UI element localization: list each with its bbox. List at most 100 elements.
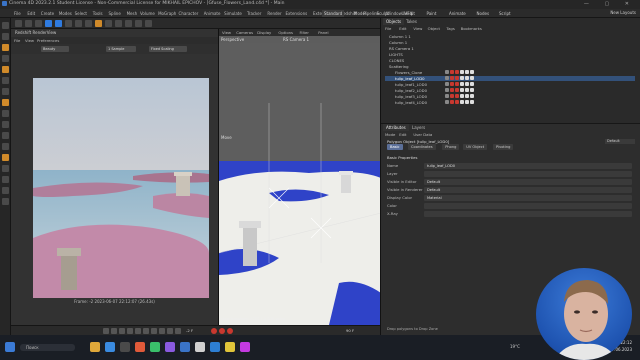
frame-field[interactable]: -2 F [186,328,193,333]
material-tag-icon[interactable] [465,100,469,104]
menu-item-render[interactable]: Render [267,11,281,16]
tab-objects[interactable]: Objects [383,18,405,25]
material-tag-icon[interactable] [450,94,454,98]
menu-item-create[interactable]: Create [41,11,54,16]
property-tab-pivoting[interactable]: Pivoting [493,144,514,150]
object-row[interactable]: tulip_leaf1_LOD0 [385,82,635,87]
toolbar-icon-4[interactable] [45,20,52,27]
toolbar-icon-7[interactable] [75,20,82,27]
objects-menu-view[interactable]: View [413,26,422,31]
material-tag-icon[interactable] [470,70,474,74]
property-value-field[interactable]: tulip_leaf_LOD0 [424,163,632,169]
attributes-menu-mode[interactable]: Mode [385,132,395,137]
objects-menu-bookmarks[interactable]: Bookmarks [461,26,482,31]
tool-icon-5[interactable] [2,66,9,73]
playback-button-8[interactable] [159,328,165,334]
material-tag-icon[interactable] [470,76,474,80]
material-tag-icon[interactable] [445,76,449,80]
material-tag-icon[interactable] [450,82,454,86]
tool-icon-4[interactable] [2,55,9,62]
material-tag-icon[interactable] [460,88,464,92]
property-value-field[interactable]: Default [424,179,632,185]
material-tag-icon[interactable] [455,70,459,74]
playback-button-2[interactable] [111,328,117,334]
viewport-camera-name[interactable]: RS Camera 1 [283,37,309,42]
tab-layers[interactable]: Layers [409,124,428,131]
viewport-menu-cameras[interactable]: Cameras [236,30,253,35]
toolbar-icon-6[interactable] [65,20,72,27]
material-tag-icon[interactable] [460,94,464,98]
property-tab-phong[interactable]: Phong [442,144,460,150]
taskbar-app-icon-1[interactable] [90,342,100,352]
tool-icon-7[interactable] [2,88,9,95]
toolbar-icon-12[interactable] [125,20,132,27]
object-row[interactable]: tulip_leaf2_LOD0 [385,88,635,93]
tool-icon-9[interactable] [2,110,9,117]
object-row[interactable]: CLONES [385,58,635,63]
editor-viewport[interactable]: View Cameras Display Options Filter Panel Per… [218,29,381,325]
material-tag-icon[interactable] [465,94,469,98]
property-value-field[interactable] [424,211,632,217]
object-row[interactable]: Column 1 [385,40,635,45]
property-value-field[interactable]: Default [424,187,632,193]
playback-button-5[interactable] [135,328,141,334]
tool-icon-17[interactable] [2,198,9,205]
taskbar-app-icon-11[interactable] [240,342,250,352]
property-tab-basic[interactable]: Basic [387,144,403,150]
menu-item-modes[interactable]: Modes [59,11,72,16]
menu-item-file[interactable]: File [14,11,21,16]
taskbar-search[interactable]: Поиск [20,344,75,351]
windows-start-icon[interactable] [5,342,15,352]
toolbar-icon-14[interactable] [145,20,152,27]
material-tag-icon[interactable] [465,88,469,92]
menu-item-character[interactable]: Character [179,11,199,16]
material-tag-icon[interactable] [445,100,449,104]
menu-item-select[interactable]: Select [75,11,87,16]
menu-item-edit[interactable]: Edit [27,11,35,16]
playback-button-4[interactable] [127,328,133,334]
layout-tab-paint[interactable]: Paint [425,10,439,17]
taskbar-app-icon-7[interactable] [180,342,190,352]
taskbar-app-icon-5[interactable] [150,342,160,352]
playback-button-9[interactable] [167,328,173,334]
tool-icon-6[interactable] [2,77,9,84]
material-tag-icon[interactable] [455,88,459,92]
object-row[interactable]: Scattering [385,64,635,69]
property-value-field[interactable]: Material [424,195,632,201]
material-tag-icon[interactable] [470,100,474,104]
objects-menu-edit[interactable]: Edit [399,26,406,31]
tool-icon-11[interactable] [2,132,9,139]
viewport-menu-filter[interactable]: Filter [300,30,309,35]
material-tag-icon[interactable] [465,76,469,80]
menu-item-simulate[interactable]: Simulate [224,11,242,16]
toolbar-icon-2[interactable] [25,20,32,27]
property-value-field[interactable] [424,203,632,209]
material-tag-icon[interactable] [465,70,469,74]
playback-button-7[interactable] [151,328,157,334]
menu-item-mesh[interactable]: Mesh [127,11,138,16]
tool-icon-13[interactable] [2,154,9,161]
taskbar-app-icon-3[interactable] [120,342,130,352]
toolbar-icon-1[interactable] [15,20,22,27]
material-tag-icon[interactable] [470,94,474,98]
tool-icon-15[interactable] [2,176,9,183]
tool-icon-8[interactable] [2,99,9,106]
new-layouts-button[interactable]: New Layouts [610,10,636,15]
scaling-select[interactable]: Fixed Scaling [149,46,187,52]
material-tag-icon[interactable] [445,88,449,92]
object-row[interactable]: RS Camera 1 [385,46,635,51]
material-tag-icon[interactable] [460,70,464,74]
layout-tab-nodes[interactable]: Nodes [475,10,492,17]
tab-takes[interactable]: Takes [403,18,420,25]
menu-item-volume[interactable]: Volume [140,11,155,16]
pv-menu-view[interactable]: View [25,38,34,43]
viewport-menu-panel[interactable]: Panel [318,30,328,35]
attributes-menu-edit[interactable]: Edit [399,132,406,137]
objects-menu-tags[interactable]: Tags [446,26,454,31]
window-controls[interactable]: — ▢ ✕ [584,1,636,7]
toolbar-icon-3[interactable] [35,20,42,27]
object-row[interactable]: tulip_leaf3_LOD0 [385,94,635,99]
material-tag-icon[interactable] [455,82,459,86]
material-tag-icon[interactable] [455,76,459,80]
objects-menu-file[interactable]: File [385,26,391,31]
